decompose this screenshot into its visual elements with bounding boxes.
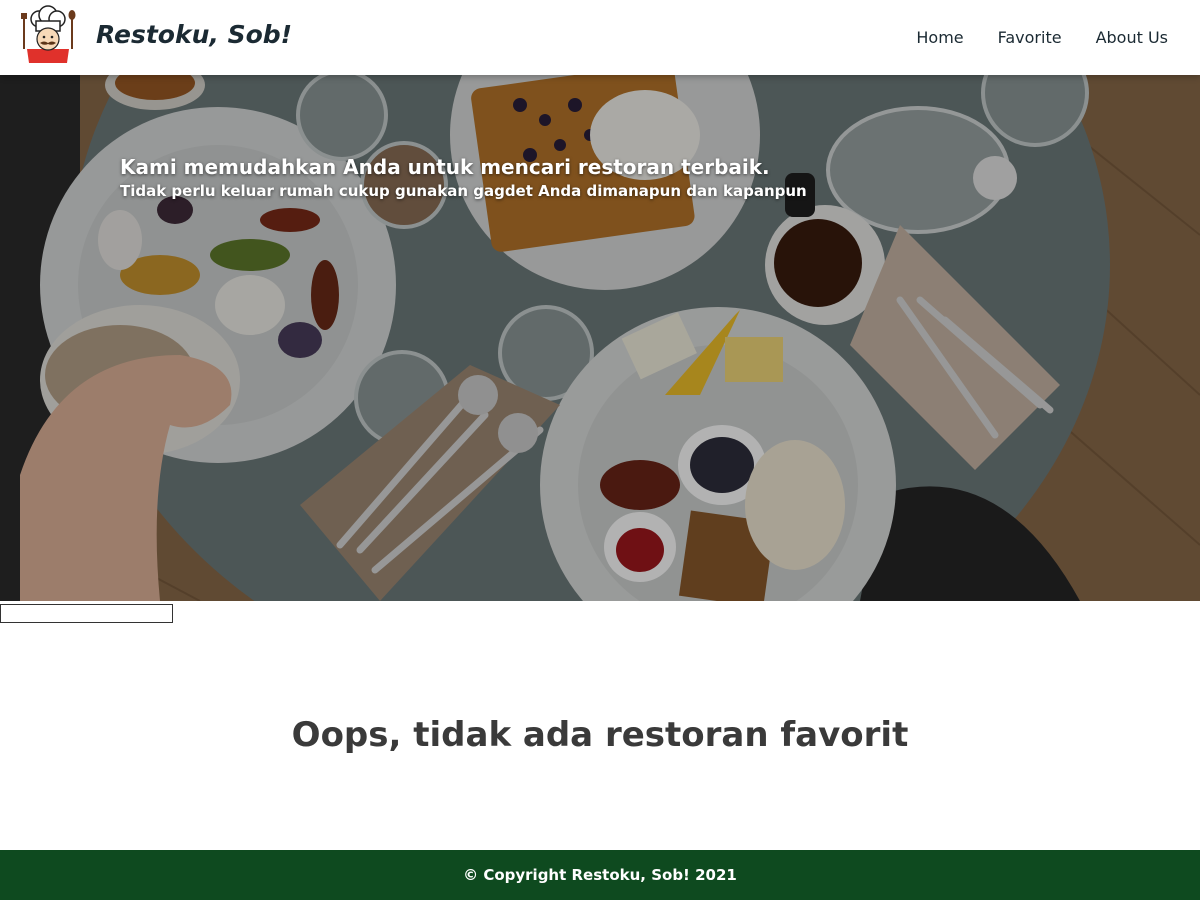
hero-title: Kami memudahkan Anda untuk mencari resto… (120, 155, 770, 179)
main-nav: Home Favorite About Us (882, 0, 1168, 75)
nav-link-favorite[interactable]: Favorite (998, 28, 1062, 47)
chef-logo-icon[interactable] (17, 5, 79, 65)
hero-banner: Kami memudahkan Anda untuk mencari resto… (0, 75, 1200, 601)
copyright-text: © Copyright Restoku, Sob! 2021 (463, 866, 737, 884)
empty-favorites-message: Oops, tidak ada restoran favorit (291, 715, 909, 755)
hero-text-block: Kami memudahkan Anda untuk mencari resto… (120, 155, 807, 200)
search-input[interactable] (0, 604, 173, 623)
nav-link-home[interactable]: Home (916, 28, 963, 47)
hero-subtitle: Tidak perlu keluar rumah cukup gunakan g… (120, 182, 807, 200)
nav-link-about-us[interactable]: About Us (1096, 28, 1168, 47)
site-footer: © Copyright Restoku, Sob! 2021 (0, 850, 1200, 900)
hero-overlay (0, 75, 1200, 601)
brand-name[interactable]: Restoku, Sob! (96, 20, 292, 49)
site-header: Restoku, Sob! Home Favorite About Us (0, 0, 1200, 75)
